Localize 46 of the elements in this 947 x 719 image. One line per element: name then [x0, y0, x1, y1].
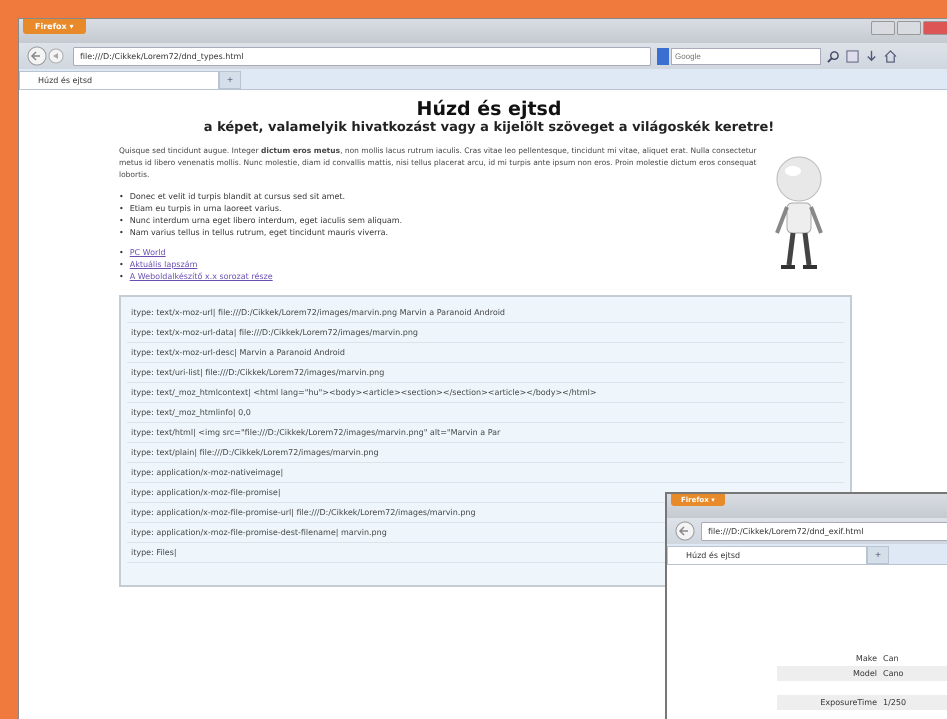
maximize-icon[interactable]	[897, 21, 921, 35]
data-row: itype: application/x-moz-nativeimage|	[127, 463, 844, 483]
data-row: itype: text/uri-list| file:///D:/Cikkek/Lorem72/images/marvin.png	[127, 363, 844, 383]
link[interactable]: PC World	[130, 247, 166, 259]
data-row: itype: text/plain| file:///D:/Cikkek/Lorem72/images/marvin.png	[127, 443, 844, 463]
bullet-marker: •	[119, 271, 124, 283]
link[interactable]: Aktuális lapszám	[130, 259, 198, 271]
address-field[interactable]: file:///D:/Cikkek/Lorem72/dnd_exif.html	[701, 522, 947, 540]
bullet-marker: •	[119, 203, 124, 215]
data-row: itype: text/x-moz-url| file:///D:/Cikkek/Lorem72/images/marvin.png Marvin a Paranoid Android	[127, 303, 844, 323]
exif-key: Make	[777, 654, 877, 663]
link[interactable]: A Weboldalkészítő x.x sorozat része	[130, 271, 273, 283]
data-row: itype: text/_moz_htmlinfo| 0,0	[127, 403, 844, 423]
browser-tab[interactable]: Húzd és ejtsd	[667, 546, 867, 564]
bullet-marker: •	[119, 259, 124, 271]
back-icon[interactable]	[675, 521, 695, 541]
data-row: itype: text/_moz_htmlcontext| <html lang="hu"><body><article><section></section><article></body></html>	[127, 383, 844, 403]
new-tab-button[interactable]: +	[867, 546, 889, 564]
search-icon[interactable]	[827, 50, 840, 62]
bullet-marker: •	[119, 215, 124, 227]
data-row: itype: text/html| <img src="file:///D:/Cikkek/Lorem72/images/marvin.png" alt="Marvin a Par	[127, 423, 844, 443]
home-icon[interactable]	[884, 50, 897, 62]
bullet-marker: •	[119, 191, 124, 203]
exif-key: ExposureTime	[777, 698, 877, 707]
exif-value: 1/250	[883, 698, 906, 707]
bullet-marker: •	[119, 247, 124, 259]
exif-key: Model	[777, 669, 877, 678]
list-item: Nunc interdum urna eget libero interdum, eget iaculis sem aliquam.	[130, 215, 402, 227]
list-item: Etiam eu turpis in urna laoreet varius.	[130, 203, 282, 215]
data-row: itype: text/x-moz-url-desc| Marvin a Paranoid Android	[127, 343, 844, 363]
address-field[interactable]: file:///D:/Cikkek/Lorem72/dnd_types.html	[73, 46, 651, 66]
bookmark-icon[interactable]	[846, 50, 859, 62]
exif-value: Can	[883, 654, 899, 663]
browser-tab[interactable]: Húzd és ejtsd	[19, 71, 219, 89]
minimize-icon[interactable]	[871, 21, 895, 35]
page-title: Húzd és ejtsd	[416, 98, 562, 120]
search-field[interactable]: Google	[671, 48, 821, 64]
new-tab-button[interactable]: +	[219, 71, 241, 89]
list-item: Donec et velit id turpis blandit at cursus sed sit amet.	[130, 191, 346, 203]
search-engine-icon[interactable]	[657, 48, 669, 64]
page-subtitle: a képet, valamelyik hivatkozást vagy a kijelölt szöveget a világoskék keretre!	[202, 120, 776, 135]
list-item: Nam varius tellus in tellus rutrum, eget tincidunt mauris viverra.	[130, 227, 388, 239]
data-row: itype: text/x-moz-url-data| file:///D:/Cikkek/Lorem72/images/marvin.png	[127, 323, 844, 343]
bullet-marker: •	[119, 227, 124, 239]
download-icon[interactable]	[865, 50, 878, 62]
exif-value: Cano	[883, 669, 904, 678]
